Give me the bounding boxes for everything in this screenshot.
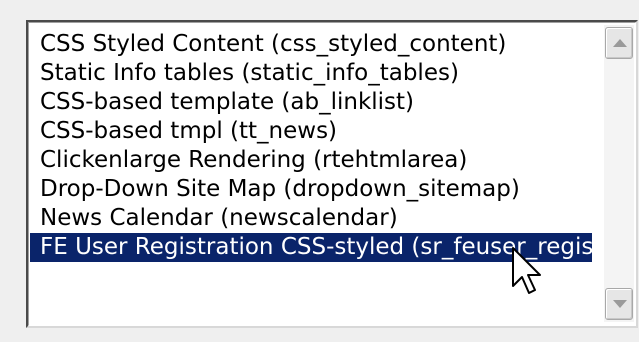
list-item[interactable]: Drop-Down Site Map (dropdown_sitemap): [30, 175, 592, 204]
list-item[interactable]: CSS-based tmpl (tt_news): [30, 117, 592, 146]
listbox-items: CSS Styled Content (css_styled_content) …: [30, 30, 592, 262]
mouse-pointer-icon: [512, 247, 541, 294]
extension-listbox[interactable]: CSS Styled Content (css_styled_content) …: [26, 20, 638, 328]
scroll-down-button[interactable]: [605, 288, 633, 320]
arrow-down-icon: [613, 300, 627, 308]
list-item[interactable]: News Calendar (newscalendar): [30, 204, 592, 233]
list-item[interactable]: Clickenlarge Rendering (rtehtmlarea): [30, 146, 592, 175]
vertical-scrollbar[interactable]: [604, 25, 634, 322]
list-item[interactable]: Static Info tables (static_info_tables): [30, 59, 592, 88]
list-item[interactable]: CSS Styled Content (css_styled_content): [30, 30, 592, 59]
list-item[interactable]: CSS-based template (ab_linklist): [30, 88, 592, 117]
screen: CSS Styled Content (css_styled_content) …: [0, 0, 639, 342]
list-item-selected[interactable]: FE User Registration CSS-styled (sr_feus…: [30, 233, 592, 262]
scroll-up-button[interactable]: [605, 27, 633, 59]
arrow-up-icon: [613, 39, 627, 47]
